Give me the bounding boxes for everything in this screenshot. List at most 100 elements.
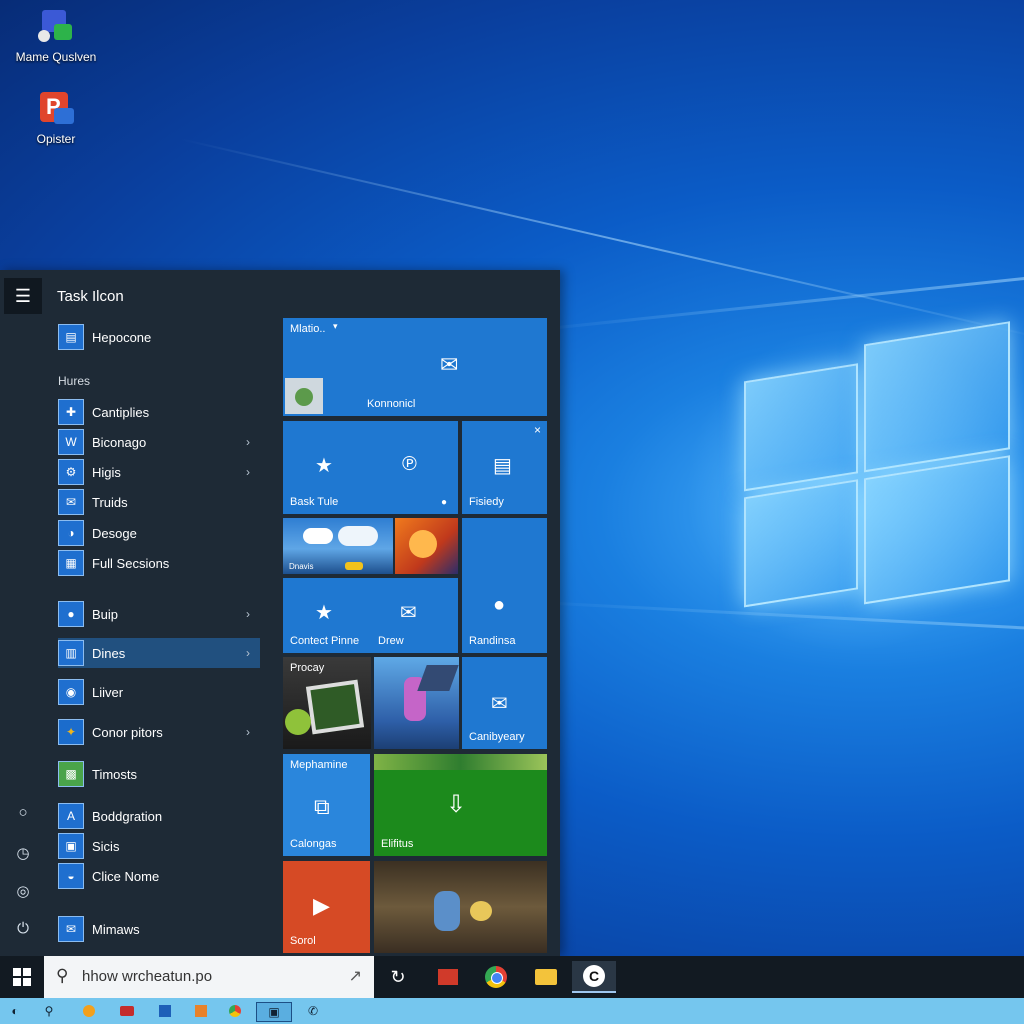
app-label: Timosts <box>92 766 138 782</box>
chevron-right-icon: › <box>246 465 250 479</box>
procay-tile[interactable]: Procay <box>283 657 371 749</box>
app-icon: A <box>58 803 84 829</box>
mail-icon: ✉ <box>440 352 459 377</box>
game-tile[interactable] <box>395 518 458 574</box>
share-icon[interactable]: ↗ <box>349 966 362 986</box>
media-app-icon[interactable] <box>428 961 468 993</box>
app-list-item[interactable]: ◒ Clice Nome <box>58 863 260 889</box>
app-label: Truids <box>92 494 128 510</box>
circle-app-icon: ◉ <box>58 679 84 705</box>
app-label: Higis <box>92 464 121 480</box>
download-icon: ⇩ <box>446 791 467 818</box>
app-icon[interactable] <box>156 1002 174 1020</box>
app-list-item[interactable]: ✉ Truids <box>58 489 260 515</box>
app-list-item[interactable]: ✦ Conor pitors › <box>58 719 260 745</box>
app-icon: ◑ <box>58 520 84 546</box>
tile-label: Calongas <box>290 838 337 850</box>
game-art-tile[interactable] <box>374 657 459 749</box>
mail-icon: ✉ <box>400 602 417 624</box>
app-list-item[interactable]: ⚙ Higis › <box>58 459 260 485</box>
mail-icon: ✉ <box>58 489 84 515</box>
active-app-icon[interactable]: ▣ <box>256 1002 292 1022</box>
app-list-item[interactable]: ● Buip › <box>58 601 260 627</box>
app-list-item[interactable]: ▩ Timosts <box>58 761 260 787</box>
search-input[interactable]: hhow wrcheatun.po <box>82 968 212 985</box>
app-list-item[interactable]: ▣ Sicis <box>58 833 260 859</box>
hamburger-icon[interactable]: ☰ <box>4 278 42 314</box>
app-icon[interactable] <box>80 1002 98 1020</box>
taskbar-search-box[interactable]: ⚲ hhow wrcheatun.po ↗ <box>44 956 374 998</box>
tile-label: Procay <box>290 662 325 674</box>
app-icon[interactable] <box>192 1002 210 1020</box>
search-icon[interactable]: ⚲ <box>40 1002 58 1020</box>
presentation-app-icon <box>38 92 74 128</box>
app-list-item[interactable]: ✚ Cantiplies <box>58 399 260 425</box>
windows-start-button[interactable] <box>0 956 44 998</box>
app-label: Desoge <box>92 525 137 541</box>
chevron-right-icon: › <box>246 435 250 449</box>
people-tile[interactable]: ● Randinsa <box>462 518 547 653</box>
desktop-shortcut-label: Mame Quslven <box>15 50 97 64</box>
app-list-item[interactable]: W Biconago › <box>58 429 260 455</box>
bask-tule-tile[interactable]: ★ ℗ Bask Tule ● <box>283 421 458 514</box>
active-app-icon[interactable]: C <box>572 961 616 993</box>
photo-tile[interactable] <box>374 861 547 953</box>
task-view-icon[interactable]: ↻ <box>378 961 418 993</box>
settings-icon[interactable]: ◎ <box>12 882 34 904</box>
power-icon[interactable]: ⏻ <box>12 920 34 942</box>
app-icon: ✚ <box>58 399 84 425</box>
app-icon: ▩ <box>58 761 84 787</box>
elifitus-tile[interactable]: ⇩ Elifitus <box>374 754 547 856</box>
monitor-shape <box>305 679 365 735</box>
start-menu-title: Task Ilcon <box>57 288 124 305</box>
chrome-icon[interactable] <box>476 961 516 993</box>
app-icon: ◒ <box>58 863 84 889</box>
app-shortcut-icon <box>38 10 74 46</box>
search-icon: ⚲ <box>56 966 69 985</box>
file-explorer-icon[interactable] <box>526 961 566 993</box>
user-icon: ● <box>58 601 84 627</box>
wallpaper-light-beam <box>519 275 1024 333</box>
app-icon[interactable] <box>118 1002 136 1020</box>
fisiedy-tile[interactable]: × ▤ Fisiedy <box>462 421 547 514</box>
phone-icon[interactable]: ✆ <box>304 1002 322 1020</box>
app-list-item[interactable]: ✉ Mimaws <box>58 916 260 942</box>
app-icon[interactable]: ◐ <box>6 1002 24 1020</box>
app-label: Biconago <box>92 434 147 450</box>
tile-label: Mephamine <box>290 759 348 771</box>
document-icon: ▥ <box>58 640 84 666</box>
lamp-shape <box>470 901 492 921</box>
app-label: Boddgration <box>92 808 163 824</box>
mail-icon: ✉ <box>491 693 508 715</box>
desktop-shortcut[interactable]: Mame Quslven <box>6 10 106 64</box>
close-icon[interactable]: × <box>534 423 541 437</box>
app-list-item[interactable]: ▤ Hepocone <box>58 324 260 350</box>
person-shape <box>434 891 460 931</box>
canibyeary-tile[interactable]: ✉ Canibyeary <box>462 657 547 749</box>
app-list-item-selected[interactable]: ▥ Dines › <box>58 638 260 668</box>
contacts-tile[interactable]: ★ ✉ Contect Pinne Drew <box>283 578 458 653</box>
pinterest-icon: ℗ <box>402 453 417 475</box>
app-list-item[interactable]: ◉ Liiver <box>58 679 260 705</box>
app-label: Cantiplies <box>92 404 150 420</box>
app-list-item[interactable]: A Boddgration <box>58 803 260 829</box>
windows-logo-wallpaper <box>740 319 1010 624</box>
app-list-item[interactable]: ▦ Full Secsions <box>58 550 260 576</box>
weather-tile[interactable]: Dnavis <box>283 518 393 574</box>
chevron-right-icon: › <box>246 607 250 621</box>
mail-tile[interactable]: Mlatio.. ▾ ✉ Konnonicl <box>283 318 547 416</box>
app-label: Mimaws <box>92 921 140 937</box>
cloud-shape <box>303 528 333 544</box>
desktop-shortcut[interactable]: Opister <box>6 92 106 146</box>
app-list-item[interactable]: ◑ Desoge <box>58 520 260 546</box>
app-icon: ✦ <box>58 719 84 745</box>
video-tile[interactable]: ▶ Sorol <box>283 861 370 953</box>
chrome-icon[interactable] <box>226 1002 244 1020</box>
app-label: Liiver <box>92 684 124 700</box>
tile-label: Elifitus <box>381 838 414 850</box>
mephamine-tile[interactable]: Mephamine ⧉ Calongas <box>283 754 370 856</box>
tile-label: Mlatio.. <box>290 323 326 335</box>
search-icon[interactable]: ○ <box>12 804 34 826</box>
app-group-header: Hures <box>58 374 91 388</box>
clock-icon[interactable]: ◷ <box>12 844 34 866</box>
